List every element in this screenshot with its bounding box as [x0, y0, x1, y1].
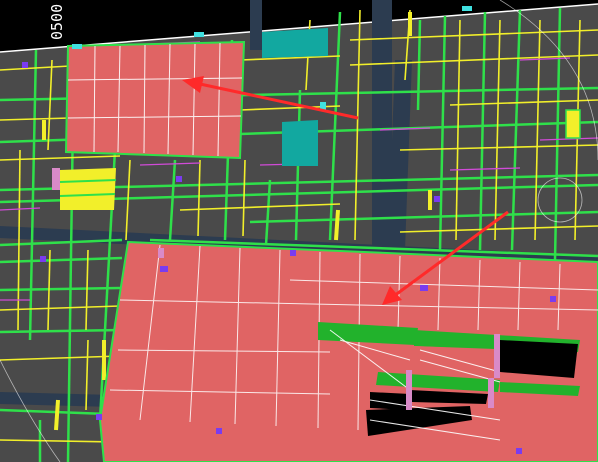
yellow-zone-left	[60, 168, 116, 210]
pink-column-left	[52, 168, 60, 190]
cad-viewport[interactable]: 0500	[0, 0, 598, 462]
floor-plan-drawing[interactable]	[0, 0, 598, 462]
coordinate-label: 0500	[48, 3, 66, 40]
upper-salmon-zone	[64, 40, 246, 160]
yellow-zone-right	[565, 109, 581, 139]
